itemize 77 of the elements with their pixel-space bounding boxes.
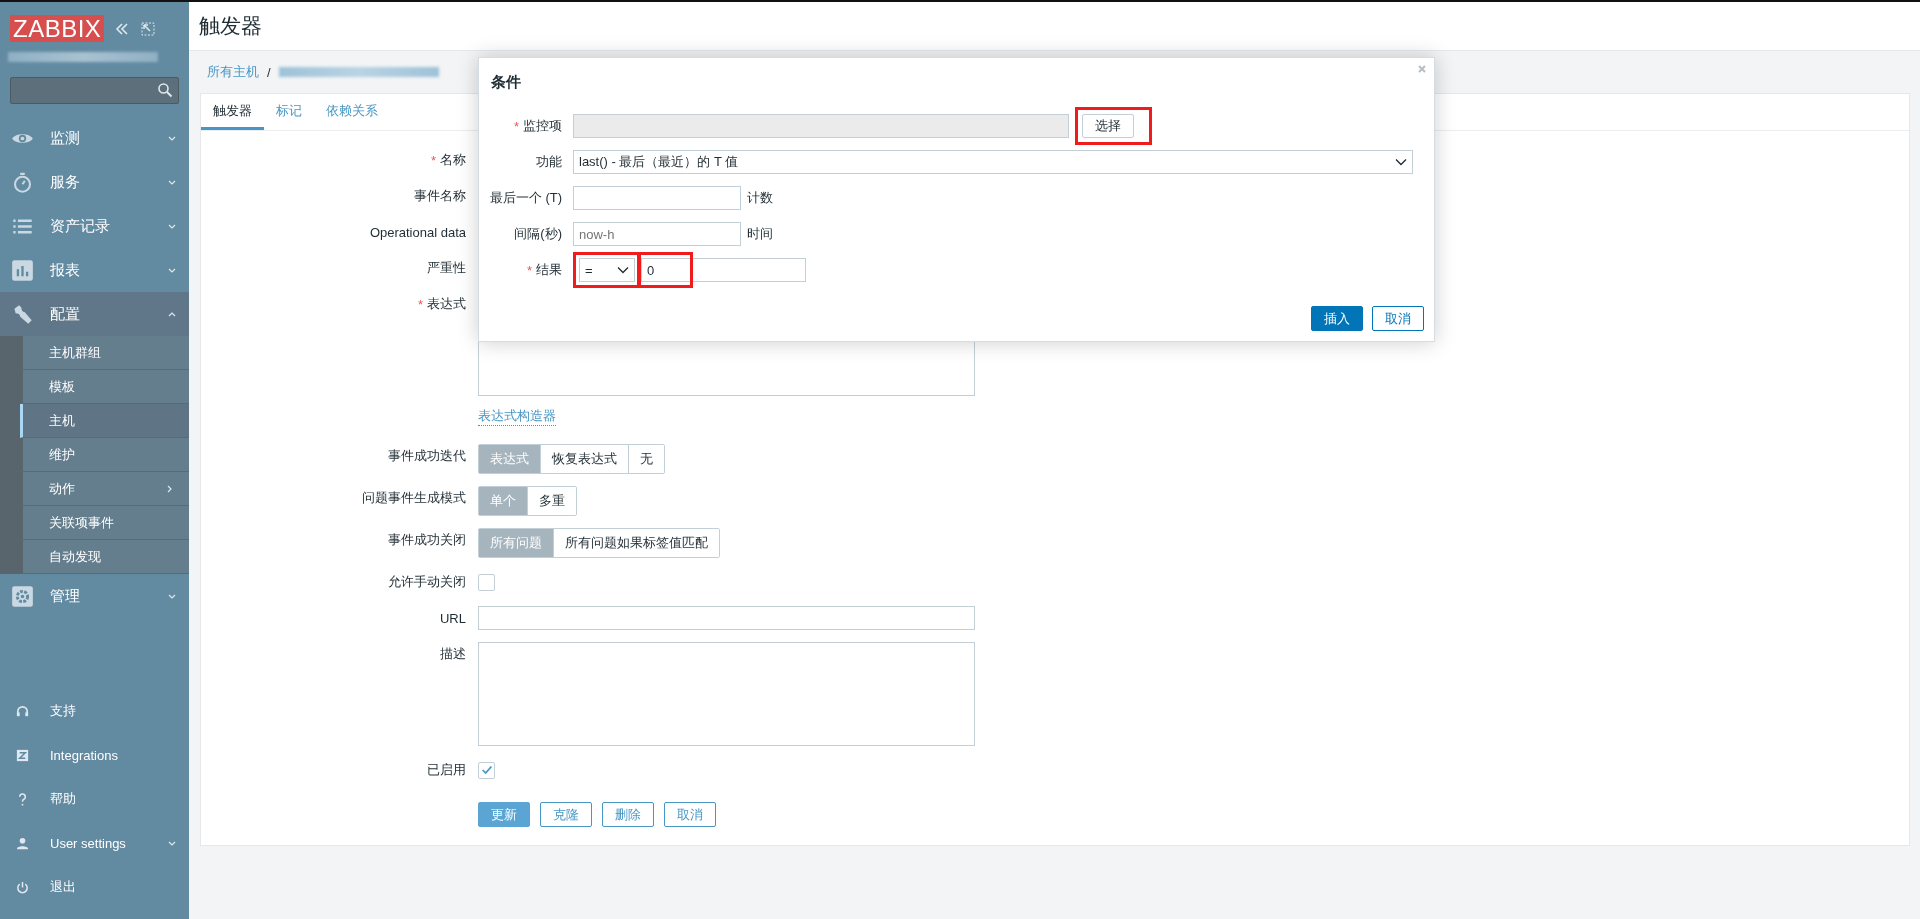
menu-item[interactable]: 报表 — [0, 248, 189, 292]
segment-option[interactable]: 表达式 — [479, 445, 540, 473]
search-field[interactable] — [10, 77, 179, 104]
value-field[interactable]: 0 — [641, 258, 806, 282]
field-label: Operational data — [369, 224, 466, 240]
user-icon — [15, 835, 30, 851]
field-label: 已启用 — [427, 761, 466, 779]
text-area[interactable] — [478, 642, 975, 746]
form-button[interactable]: 取消 — [664, 802, 716, 827]
field-label: URL — [440, 610, 466, 626]
page-title: 触发器 — [199, 13, 262, 39]
menu-item[interactable]: 管理 — [0, 574, 189, 618]
select-button[interactable]: 选择 — [1082, 114, 1134, 138]
field-label: 严重性 — [427, 259, 466, 277]
segment-option[interactable]: 单个 — [479, 487, 527, 515]
segment-option[interactable]: 所有问题如果标签值匹配 — [553, 529, 719, 557]
search-icon — [157, 82, 173, 98]
dialog-button[interactable]: 取消 — [1372, 306, 1424, 331]
tab[interactable]: 触发器 — [201, 94, 264, 130]
checkbox[interactable] — [478, 573, 495, 591]
dialog-title: 条件 — [491, 73, 521, 92]
field-label: 监控项 — [523, 117, 562, 135]
expression-builder-link[interactable]: 表达式构造器 — [478, 406, 556, 426]
required-mark: * — [430, 152, 436, 168]
menu-item[interactable]: 服务 — [0, 160, 189, 204]
field-label: 事件名称 — [414, 187, 466, 205]
power-icon — [15, 879, 30, 895]
tab[interactable]: 标记 — [264, 94, 314, 130]
menu-item[interactable]: Integrations — [0, 733, 189, 777]
required-mark: * — [417, 296, 423, 312]
unit-label: 计数 — [747, 189, 773, 207]
segment-option[interactable]: 无 — [628, 445, 664, 473]
field-label: 名称 — [440, 151, 466, 169]
field-label: 问题事件生成模式 — [362, 489, 466, 507]
check-icon — [479, 763, 494, 777]
logo[interactable]: ZABBIX — [10, 15, 105, 42]
field-label: 间隔(秒) — [514, 225, 562, 243]
timer-icon — [11, 170, 34, 194]
form-button[interactable]: 更新 — [478, 802, 530, 827]
unit-label: 时间 — [747, 225, 773, 243]
submenu-item[interactable]: 主机 — [20, 404, 189, 438]
breadcrumb-link[interactable]: 所有主机 — [207, 63, 259, 81]
menu-item[interactable]: 帮助 — [0, 777, 189, 821]
segment-option[interactable]: 所有问题 — [479, 529, 553, 557]
input-field[interactable] — [478, 606, 975, 630]
field-label: 结果 — [536, 261, 562, 279]
collapse-icon[interactable] — [114, 20, 131, 37]
field-label: 事件成功关闭 — [388, 531, 466, 549]
field-label: 最后一个 (T) — [489, 189, 562, 207]
chart-icon — [11, 258, 34, 282]
menu-item[interactable]: 支持 — [0, 689, 189, 733]
input-field[interactable]: now-h — [573, 222, 741, 246]
operator-dropdown[interactable]: = — [579, 258, 635, 282]
close-icon[interactable] — [1417, 64, 1427, 74]
field-label: 描述 — [440, 645, 466, 663]
menu-item[interactable]: 资产记录 — [0, 204, 189, 248]
input-field[interactable] — [573, 186, 741, 210]
breadcrumb-separator: / — [267, 64, 271, 80]
required-mark: * — [526, 262, 532, 278]
required-mark: * — [513, 118, 519, 134]
dialog-button[interactable]: 插入 — [1311, 306, 1363, 331]
headset-icon — [15, 703, 30, 719]
form-button[interactable]: 克隆 — [540, 802, 592, 827]
menu-item[interactable]: User settings — [0, 821, 189, 865]
field-label: 表达式 — [427, 295, 466, 313]
field-label: 功能 — [536, 153, 562, 171]
gear-icon — [11, 584, 34, 608]
field-label: 允许手动关闭 — [388, 573, 466, 591]
menu-item[interactable]: 退出 — [0, 865, 189, 909]
form-button[interactable]: 删除 — [602, 802, 654, 827]
checkbox[interactable] — [478, 761, 495, 779]
function-dropdown[interactable]: last() - 最后（最近）的 T 值 — [573, 150, 1413, 174]
menu-item[interactable]: 监测 — [0, 116, 189, 160]
menu-item[interactable]: 配置 — [0, 292, 189, 336]
tab[interactable]: 依赖关系 — [314, 94, 390, 130]
field-label: 事件成功迭代 — [388, 447, 466, 465]
segment-option[interactable]: 多重 — [527, 487, 576, 515]
